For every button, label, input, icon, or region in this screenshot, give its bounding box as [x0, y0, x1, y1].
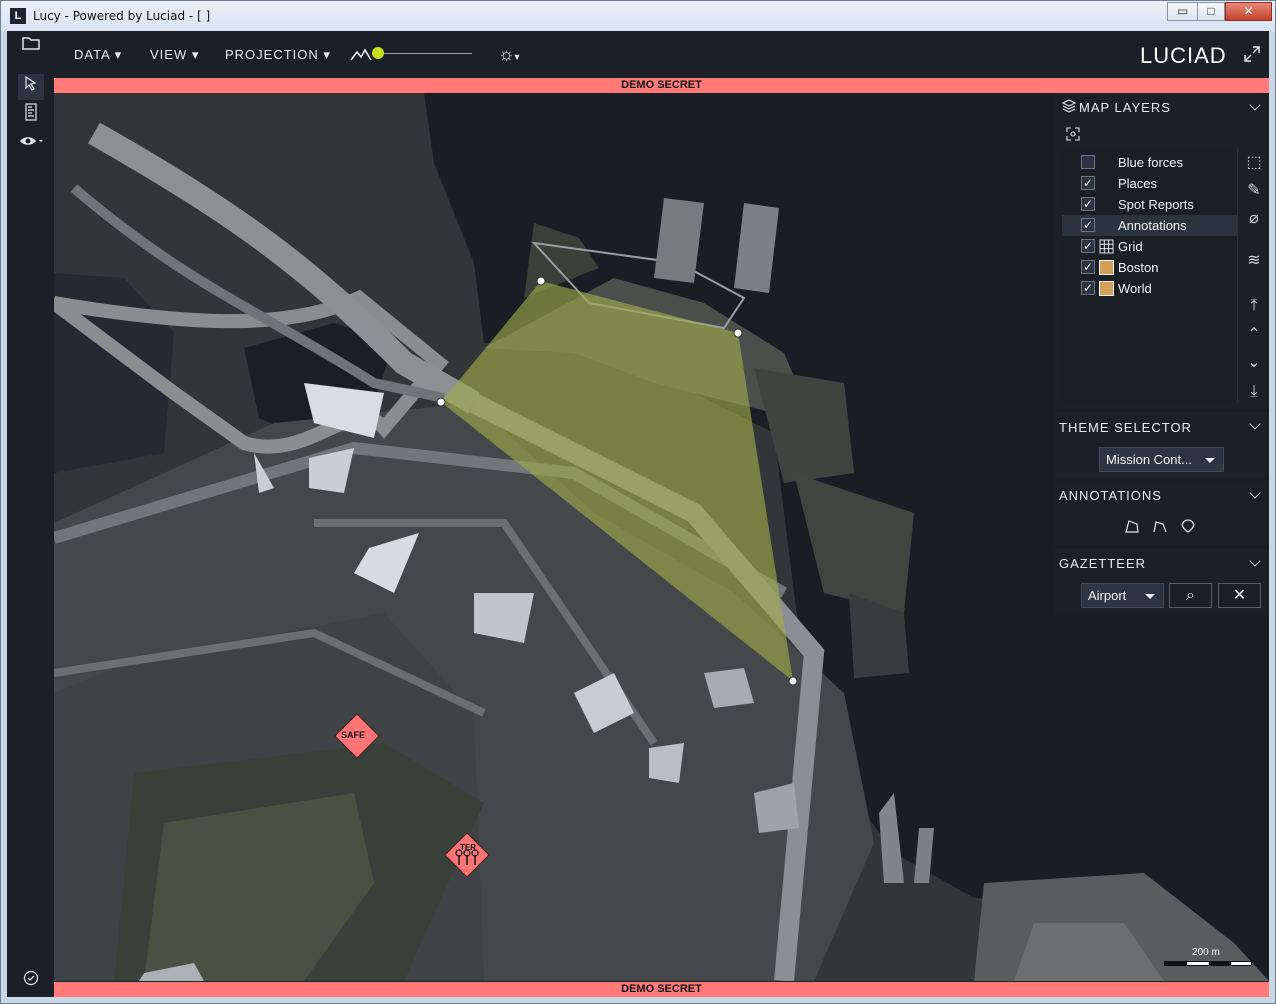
layer-label: Blue forces: [1118, 155, 1184, 170]
move-up-icon[interactable]: ⌃: [1241, 322, 1267, 348]
layer-row-spot-reports[interactable]: ✓ Spot Reports: [1062, 194, 1237, 215]
layer-row-grid[interactable]: ✓ Grid: [1062, 236, 1237, 257]
polygon-vertex-handle[interactable]: [536, 276, 546, 286]
classification-banner-bottom: DEMO SECRET: [54, 982, 1269, 997]
paperclip-icon[interactable]: ⌀: [1241, 206, 1267, 232]
maximize-button[interactable]: □: [1197, 2, 1225, 21]
classification-banner-top: DEMO SECRET: [54, 78, 1269, 93]
layer-row-annotations[interactable]: ✓ Annotations: [1062, 215, 1237, 236]
polygon-tool-icon[interactable]: [1124, 518, 1142, 536]
gazetteer-dropdown-value: Airport: [1088, 588, 1127, 603]
layer-label: Grid: [1118, 239, 1143, 254]
chevron-down-icon: [1205, 458, 1215, 463]
annotation-polygon[interactable]: [441, 281, 793, 681]
layer-checkbox[interactable]: [1081, 155, 1095, 169]
annotations-chevron-icon[interactable]: [1249, 487, 1261, 499]
layer-row-blue-forces[interactable]: Blue forces: [1062, 152, 1237, 173]
polygon-vertex-handle[interactable]: [733, 328, 743, 338]
move-down-icon[interactable]: ⌄: [1241, 350, 1267, 376]
title-bar[interactable]: L Lucy - Powered by Luciad - [ ] ▭ □ ✕: [1, 1, 1275, 31]
search-icon: ⌕: [1186, 587, 1195, 604]
layer-checkbox[interactable]: ✓: [1081, 260, 1095, 274]
polygon-vertex-handle[interactable]: [436, 397, 446, 407]
top-menu-bar: DATA ▾ VIEW ▾ PROJECTION ▾ ☼▾ LUCIAD: [53, 32, 1269, 77]
polygon-vertex-handle[interactable]: [788, 676, 798, 686]
projection-menu[interactable]: PROJECTION ▾: [225, 47, 331, 63]
clear-button[interactable]: ✕: [1218, 583, 1261, 608]
theme-selector-panel: THEME SELECTOR Mission Cont...: [1054, 412, 1269, 478]
map-layers-chevron-icon[interactable]: [1249, 99, 1261, 111]
layer-row-boston[interactable]: ✓ Boston: [1062, 257, 1237, 278]
layer-checkbox[interactable]: ✓: [1081, 281, 1095, 295]
fit-layer-icon[interactable]: [1066, 127, 1080, 141]
layer-label: World: [1118, 281, 1152, 296]
layer-checkbox[interactable]: ✓: [1081, 239, 1095, 253]
image-layer-icon: [1099, 260, 1114, 275]
map-scale-label: 200 m: [1192, 947, 1220, 958]
layer-label: Places: [1118, 176, 1158, 191]
search-button[interactable]: ⌕: [1169, 583, 1212, 608]
theme-dropdown-value: Mission Cont...: [1106, 452, 1192, 467]
layer-checkbox[interactable]: ✓: [1081, 218, 1095, 232]
layer-label: Annotations: [1118, 218, 1187, 233]
gazetteer-panel: GAZETTEER Airport ⌕ ✕: [1054, 549, 1269, 615]
check-circle-icon[interactable]: [18, 969, 44, 995]
layer-checkbox[interactable]: ✓: [1081, 176, 1095, 190]
layer-row-places[interactable]: ✓ Places: [1062, 173, 1237, 194]
layers-stack-icon: [1061, 99, 1077, 113]
theme-selector-chevron-icon[interactable]: [1249, 418, 1261, 430]
grid-icon: [1099, 239, 1114, 254]
freehand-tool-icon[interactable]: [1180, 518, 1198, 536]
view-menu-label: VIEW: [150, 47, 188, 62]
bookmark-ruler-icon[interactable]: [18, 103, 44, 129]
app-icon: L: [10, 8, 26, 24]
terrain-slider-track[interactable]: [382, 53, 472, 54]
eye-icon[interactable]: [18, 131, 44, 157]
minimize-button[interactable]: ▭: [1167, 2, 1198, 21]
close-button[interactable]: ✕: [1225, 2, 1272, 21]
annotations-panel: ANNOTATIONS: [1054, 481, 1269, 545]
layer-checkbox[interactable]: ✓: [1081, 197, 1095, 211]
move-top-icon[interactable]: ⤒: [1241, 293, 1267, 319]
image-layer-icon: [1099, 281, 1114, 296]
stack-layers-icon[interactable]: ≋: [1241, 248, 1267, 274]
gazetteer-title: GAZETTEER: [1059, 556, 1147, 571]
view-menu[interactable]: VIEW ▾: [150, 47, 199, 63]
projection-menu-label: PROJECTION: [225, 47, 319, 62]
theme-selector-title: THEME SELECTOR: [1059, 420, 1192, 435]
annotations-title: ANNOTATIONS: [1059, 488, 1162, 503]
luciad-logo: LUCIAD: [1140, 43, 1227, 68]
move-bottom-icon[interactable]: ⤓: [1241, 379, 1267, 405]
terrain-icon[interactable]: [350, 45, 372, 63]
window-title: Lucy - Powered by Luciad - [ ]: [33, 9, 211, 23]
safe-marker-label: SAFE: [341, 730, 366, 740]
expand-icon[interactable]: [1243, 45, 1263, 65]
map-layers-title: MAP LAYERS: [1079, 100, 1171, 115]
ter-marker[interactable]: [444, 832, 490, 878]
ter-marker-label: TER: [460, 843, 476, 852]
gazetteer-chevron-icon[interactable]: [1249, 555, 1261, 567]
data-menu[interactable]: DATA ▾: [74, 47, 122, 63]
select-layer-icon[interactable]: ⬚: [1241, 150, 1267, 176]
layer-label: Spot Reports: [1118, 197, 1194, 212]
map-scale-bar: [1164, 961, 1252, 966]
select-arrow-icon[interactable]: [18, 74, 44, 100]
edit-pencil-icon[interactable]: ✎: [1241, 178, 1267, 204]
layer-label: Boston: [1118, 260, 1159, 275]
left-toolbar: [8, 32, 53, 997]
gazetteer-dropdown[interactable]: Airport: [1081, 583, 1164, 608]
polyline-tool-icon[interactable]: [1152, 518, 1170, 536]
layer-row-world[interactable]: ✓ World: [1062, 278, 1237, 299]
terrain-slider-knob[interactable]: [372, 47, 384, 59]
data-menu-label: DATA: [74, 47, 111, 62]
theme-dropdown[interactable]: Mission Cont...: [1099, 447, 1224, 472]
brightness-icon[interactable]: ☼▾: [498, 44, 528, 64]
close-icon: ✕: [1232, 587, 1247, 604]
chevron-down-icon: [1145, 594, 1155, 599]
folder-icon[interactable]: [18, 34, 44, 60]
